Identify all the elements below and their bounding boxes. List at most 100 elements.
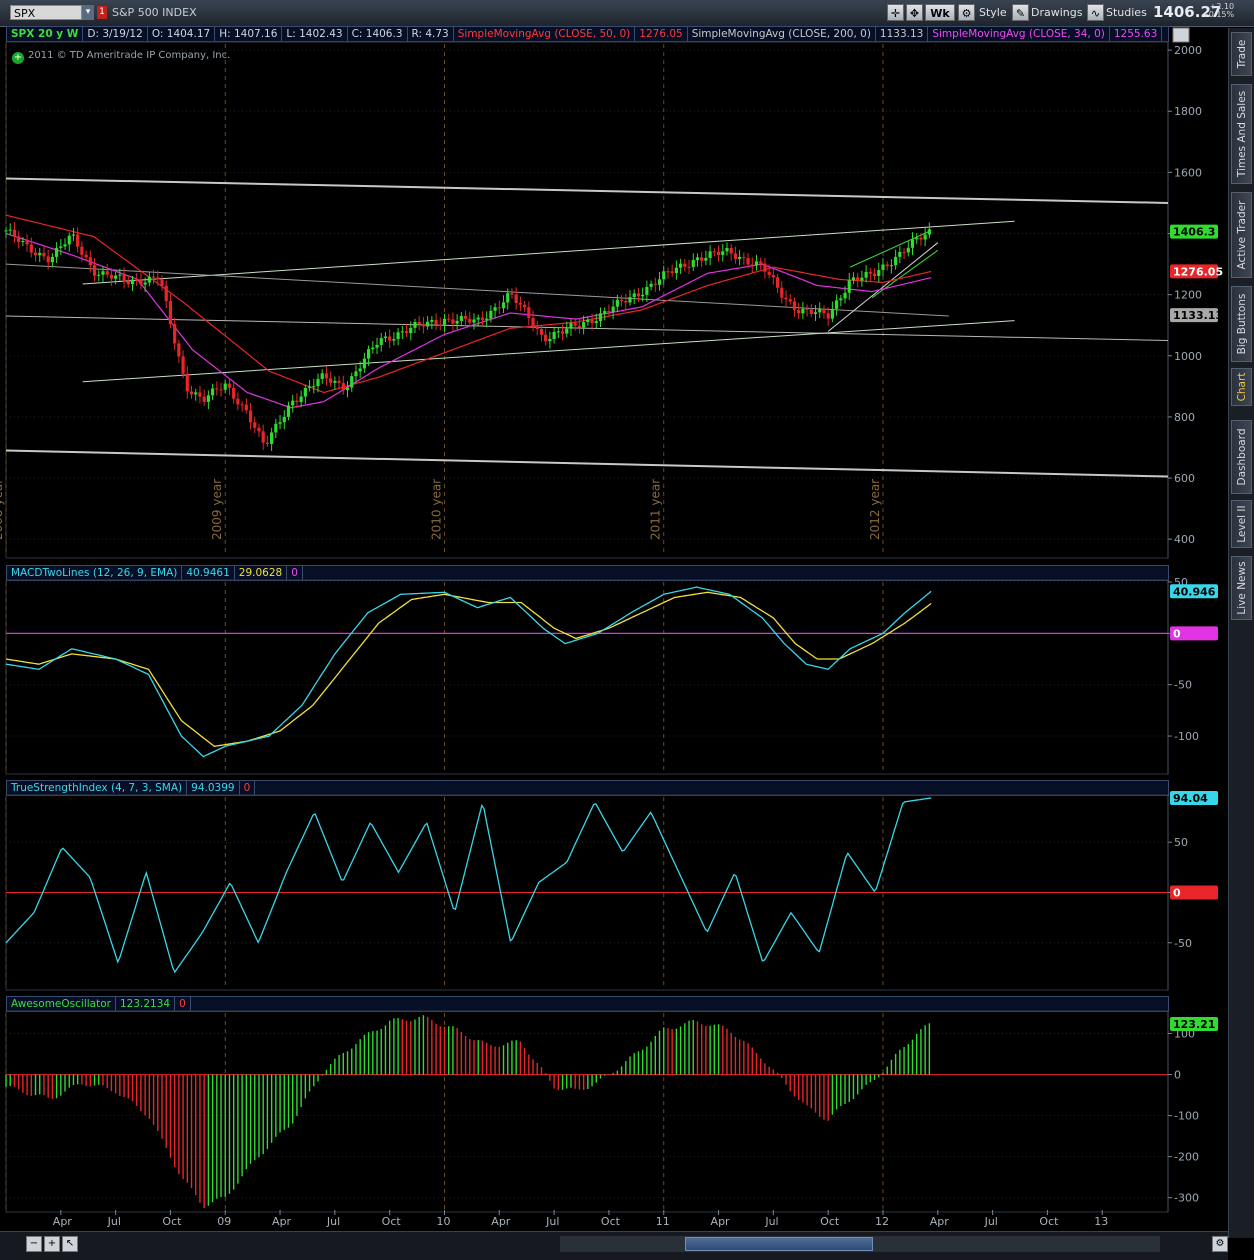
zoom-in-icon[interactable]: + bbox=[44, 1236, 60, 1252]
tab-active-trader-label: Active Trader bbox=[1235, 200, 1248, 270]
candle-body bbox=[894, 256, 898, 266]
candle-body bbox=[649, 283, 653, 287]
candle-body bbox=[92, 265, 97, 276]
candle-body bbox=[868, 271, 872, 274]
candle-body bbox=[438, 324, 442, 326]
candle-body bbox=[379, 338, 383, 345]
candle-body bbox=[265, 442, 270, 444]
candle-body bbox=[147, 276, 151, 283]
candle-body bbox=[54, 247, 59, 257]
candle-body bbox=[544, 334, 548, 342]
macd-zero-badge-label: 0 bbox=[1173, 627, 1181, 640]
candle-body bbox=[286, 405, 291, 417]
candle-body bbox=[708, 251, 712, 258]
candle-body bbox=[556, 331, 560, 333]
ao-y-tick-label: 0 bbox=[1174, 1069, 1181, 1082]
candle-body bbox=[489, 310, 493, 319]
candle-body bbox=[510, 293, 514, 295]
tab-chart[interactable]: Chart bbox=[1231, 368, 1252, 406]
tab-live-news[interactable]: Live News bbox=[1231, 556, 1252, 620]
candle-body bbox=[337, 380, 341, 384]
tab-trade-label: Trade bbox=[1235, 39, 1248, 69]
tab-level-ii[interactable]: Level II bbox=[1231, 500, 1252, 548]
candle-body bbox=[67, 235, 71, 245]
scrollbar-thumb[interactable] bbox=[685, 1237, 873, 1251]
tsi-line bbox=[5, 797, 932, 974]
candle-body bbox=[835, 300, 839, 309]
trend-line bbox=[5, 449, 1169, 478]
x-tick-label: 10 bbox=[436, 1215, 450, 1228]
candle-body bbox=[307, 386, 312, 388]
candle-body bbox=[712, 251, 716, 253]
candle-body bbox=[775, 277, 780, 288]
last-close-badge-label: 1406.3 bbox=[1173, 226, 1215, 239]
tab-active-trader[interactable]: Active Trader bbox=[1231, 192, 1252, 278]
macd-y-tick-label: -100 bbox=[1174, 730, 1199, 743]
candle-body bbox=[388, 336, 392, 341]
chart-canvas[interactable]: 400600800100012001400160018002000-100-50… bbox=[0, 0, 1228, 1231]
candle-body bbox=[780, 287, 784, 298]
tsi-zero-badge-label: 0 bbox=[1173, 887, 1181, 900]
x-tick-label: Apr bbox=[711, 1215, 731, 1228]
candle-body bbox=[114, 275, 118, 279]
candle-body bbox=[792, 301, 797, 310]
candle-body bbox=[455, 320, 459, 324]
zoom-out-icon[interactable]: − bbox=[26, 1236, 42, 1252]
candle-body bbox=[565, 328, 569, 334]
candle-body bbox=[695, 257, 700, 261]
settings-icon[interactable]: ⚙ bbox=[1212, 1236, 1228, 1252]
price-y-tick-label: 2000 bbox=[1174, 44, 1202, 57]
price-y-tick-label: 1200 bbox=[1174, 289, 1202, 302]
candle-body bbox=[173, 324, 177, 344]
tab-dashboard[interactable]: Dashboard bbox=[1231, 420, 1252, 494]
candle-body bbox=[590, 319, 594, 324]
candle-body bbox=[181, 356, 185, 374]
tab-times-and-sales[interactable]: Times And Sales bbox=[1231, 84, 1252, 184]
candle-body bbox=[206, 395, 210, 402]
candle-body bbox=[721, 251, 725, 255]
candle-body bbox=[872, 273, 877, 276]
candle-body bbox=[354, 371, 358, 377]
candle-body bbox=[210, 388, 215, 396]
candle-body bbox=[615, 299, 619, 307]
ao-y-tick-label: -100 bbox=[1174, 1110, 1199, 1123]
candle-body bbox=[232, 387, 236, 399]
tab-big-buttons-label: Big Buttons bbox=[1235, 293, 1248, 355]
candle-body bbox=[860, 277, 864, 281]
candle-body bbox=[628, 297, 632, 303]
candle-body bbox=[506, 293, 510, 303]
candle-body bbox=[215, 388, 219, 390]
candle-body bbox=[759, 261, 763, 264]
year-label: 2009 year bbox=[210, 479, 224, 540]
candle-body bbox=[324, 373, 329, 379]
candle-body bbox=[396, 332, 400, 340]
candle-body bbox=[177, 343, 181, 357]
x-tick-label: Jul bbox=[984, 1215, 998, 1228]
ao-y-tick-label: -200 bbox=[1174, 1151, 1199, 1164]
tab-trade[interactable]: Trade bbox=[1231, 32, 1252, 76]
macd-pane-frame bbox=[5, 579, 1169, 775]
candle-body bbox=[25, 241, 29, 245]
candle-body bbox=[497, 307, 501, 309]
candle-body bbox=[447, 318, 451, 320]
candle-body bbox=[856, 277, 860, 281]
candle-body bbox=[194, 392, 198, 395]
x-tick-label: Apr bbox=[491, 1215, 511, 1228]
candle-body bbox=[577, 325, 582, 328]
candle-body bbox=[156, 277, 160, 280]
candle-body bbox=[653, 283, 657, 285]
candle-body bbox=[797, 309, 801, 314]
tsi-y-tick-label: 50 bbox=[1174, 836, 1188, 849]
candle-body bbox=[851, 277, 856, 281]
trend-line bbox=[849, 230, 932, 268]
candle-body bbox=[29, 244, 33, 253]
cursor-icon[interactable]: ↖ bbox=[62, 1236, 78, 1252]
candle-body bbox=[826, 313, 830, 319]
candle-body bbox=[493, 307, 497, 311]
right-tab-rail: Trade Times And Sales Active Trader Big … bbox=[1228, 28, 1254, 1238]
ao-y-tick-label: -300 bbox=[1174, 1192, 1199, 1205]
tab-big-buttons[interactable]: Big Buttons bbox=[1231, 286, 1252, 362]
candle-body bbox=[130, 279, 135, 285]
candle-body bbox=[80, 246, 84, 255]
candle-body bbox=[160, 279, 164, 286]
